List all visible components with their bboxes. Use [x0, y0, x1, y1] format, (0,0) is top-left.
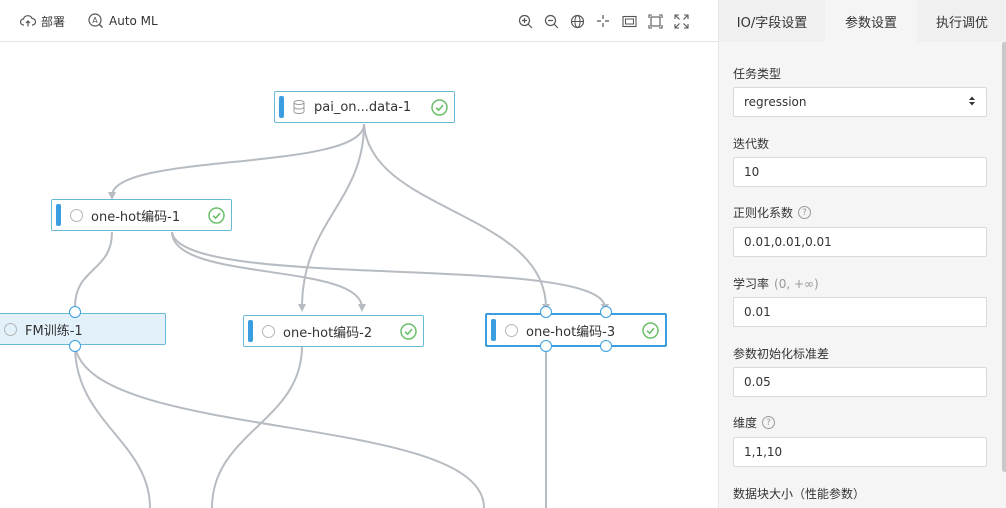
edge	[171, 231, 609, 312]
iterations-input[interactable]: 10	[733, 157, 987, 187]
edge	[74, 345, 151, 508]
node-onehot-1[interactable]: one-hot编码-1	[51, 199, 232, 231]
circle-icon	[261, 324, 275, 338]
panel-scrollbar[interactable]	[1002, 42, 1006, 472]
node-source-data[interactable]: pai_on...data-1	[274, 91, 455, 123]
automl-icon: A	[88, 13, 104, 29]
edge	[363, 123, 550, 312]
input-port[interactable]	[540, 306, 552, 318]
tab-tuning[interactable]: 执行调优	[917, 0, 1006, 42]
node-fm-train[interactable]: FM训练-1	[0, 313, 166, 345]
edge	[74, 345, 485, 508]
workflow-graph[interactable]: pai_on...data-1 one-hot编码-1 FM训练-1 one-h…	[0, 42, 718, 508]
circle-icon	[3, 322, 17, 336]
task-type-select[interactable]: regression	[733, 87, 987, 117]
fullscreen-icon[interactable]	[673, 13, 689, 29]
node-label: FM训练-1	[25, 323, 83, 339]
field-label-init-stddev: 参数初始化标准差	[733, 347, 830, 361]
node-onehot-2[interactable]: one-hot编码-2	[243, 315, 424, 347]
node-status-bar	[491, 319, 496, 341]
field-label-regularization: 正则化系数 ?	[733, 204, 812, 221]
regularization-input[interactable]: 0.01,0.01,0.01	[733, 227, 987, 257]
zoom-in-icon[interactable]	[517, 13, 533, 29]
field-label-iterations: 迭代数	[733, 137, 770, 151]
deploy-label: 部署	[41, 14, 66, 29]
success-check-icon	[400, 322, 417, 340]
help-icon[interactable]: ?	[798, 206, 812, 219]
node-label: one-hot编码-1	[91, 209, 181, 225]
panel-tabs: IO/字段设置 参数设置 执行调优	[719, 0, 1006, 42]
output-port[interactable]	[540, 340, 552, 352]
circle-icon	[69, 208, 83, 222]
node-label: one-hot编码-3	[526, 324, 616, 340]
fit-view-icon[interactable]	[647, 13, 663, 29]
field-label-learning-rate: 学习率 (0, +∞)	[733, 276, 819, 292]
canvas-area: 部署 A Auto ML pai_on...data-1 one-hot编码-1…	[0, 0, 718, 508]
node-onehot-3[interactable]: one-hot编码-3	[485, 313, 667, 347]
cloud-upload-icon	[20, 14, 36, 28]
task-type-value: regression	[744, 95, 807, 109]
input-port[interactable]	[600, 306, 612, 318]
app-root: 部署 A Auto ML pai_on...data-1 one-hot编码-1…	[0, 0, 1006, 508]
success-check-icon	[431, 98, 448, 116]
node-status-bar	[56, 204, 61, 226]
init-stddev-input[interactable]: 0.05	[733, 367, 987, 397]
node-status-bar	[279, 96, 284, 118]
tab-params[interactable]: 参数设置	[825, 0, 917, 42]
dimension-input[interactable]: 1,1,10	[733, 437, 987, 467]
edge	[108, 123, 365, 200]
edge	[74, 231, 113, 308]
globe-icon[interactable]	[569, 13, 585, 29]
svg-text:A: A	[92, 16, 98, 25]
output-port[interactable]	[69, 340, 81, 352]
success-check-icon	[642, 321, 659, 339]
zoom-out-icon[interactable]	[543, 13, 559, 29]
field-label-task-type: 任务类型	[733, 67, 782, 81]
field-label-block-size: 数据块大小（性能参数）	[733, 487, 866, 501]
success-check-icon	[208, 206, 225, 224]
database-icon	[292, 100, 306, 114]
node-status-bar	[248, 320, 253, 342]
edge	[171, 231, 366, 312]
canvas-toolbar: 部署 A Auto ML	[0, 0, 718, 42]
deploy-button[interactable]: 部署	[20, 12, 65, 30]
circle-icon	[504, 323, 518, 337]
properties-panel: IO/字段设置 参数设置 执行调优 任务类型 regression 迭代数 10…	[718, 0, 1006, 508]
automl-button[interactable]: A Auto ML	[88, 12, 158, 30]
learning-rate-input[interactable]: 0.01	[733, 297, 987, 327]
node-label: pai_on...data-1	[314, 99, 412, 115]
automl-label: Auto ML	[109, 14, 158, 28]
learning-rate-hint: (0, +∞)	[774, 276, 819, 291]
select-arrows-icon	[968, 95, 976, 110]
center-focus-icon[interactable]	[595, 13, 611, 29]
tab-io-fields[interactable]: IO/字段设置	[719, 0, 825, 42]
minimap-icon[interactable]	[621, 13, 637, 29]
output-port[interactable]	[600, 340, 612, 352]
help-icon[interactable]: ?	[762, 416, 776, 429]
field-label-dimension: 维度 ?	[733, 414, 776, 431]
node-label: one-hot编码-2	[283, 325, 373, 341]
input-port[interactable]	[69, 306, 81, 318]
